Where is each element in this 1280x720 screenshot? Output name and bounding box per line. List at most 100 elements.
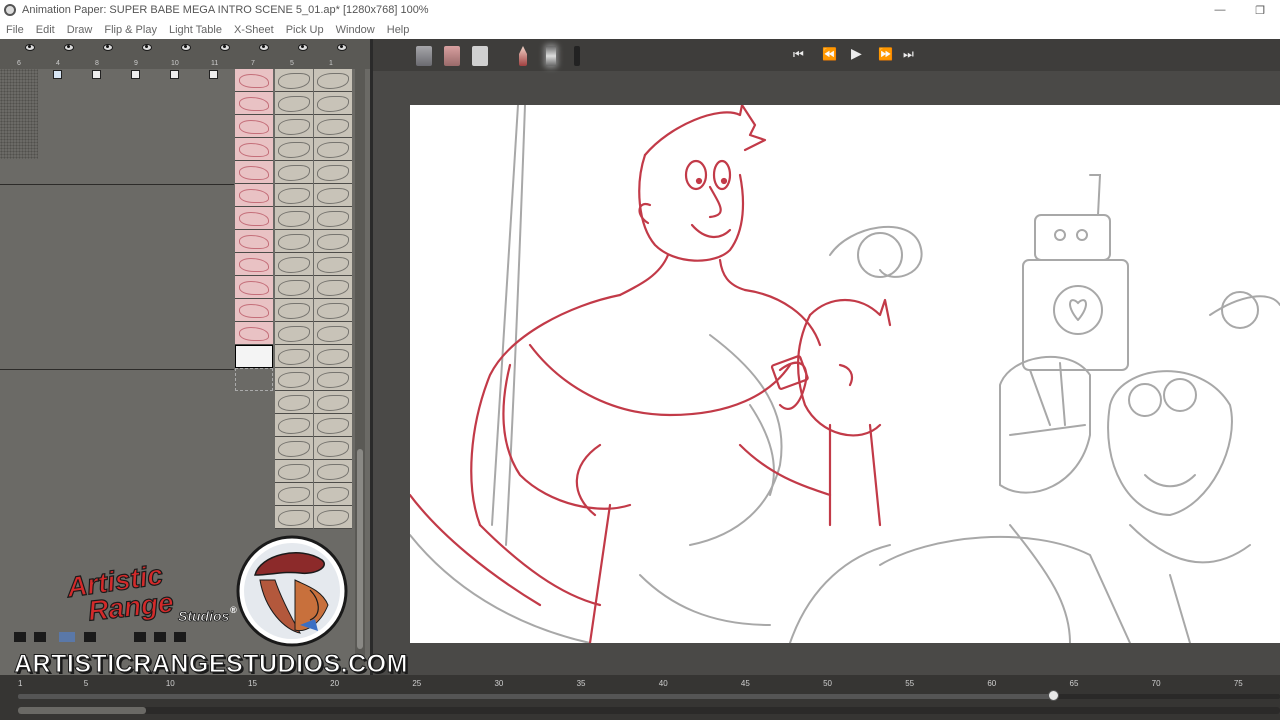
x-sheet-cell[interactable] bbox=[235, 299, 273, 322]
menu-help[interactable]: Help bbox=[387, 24, 410, 36]
x-sheet-cell[interactable] bbox=[314, 230, 352, 253]
first-frame-icon[interactable]: ⏮ bbox=[793, 47, 804, 62]
x-sheet-cell[interactable] bbox=[275, 437, 313, 460]
x-sheet-cell[interactable] bbox=[275, 276, 313, 299]
x-sheet-cell-selected[interactable] bbox=[235, 345, 273, 368]
x-sheet-cell[interactable] bbox=[275, 230, 313, 253]
eye-icon[interactable] bbox=[181, 44, 191, 51]
pen-tool-icon[interactable] bbox=[574, 46, 580, 66]
x-sheet-cell[interactable] bbox=[314, 253, 352, 276]
x-sheet-cell[interactable] bbox=[235, 276, 273, 299]
x-sheet-cell[interactable] bbox=[275, 414, 313, 437]
x-sheet-cell[interactable] bbox=[235, 92, 273, 115]
x-sheet-cell[interactable] bbox=[275, 391, 313, 414]
rectangle-tool-icon[interactable] bbox=[472, 46, 488, 66]
prev-frame-icon[interactable]: ⏪ bbox=[822, 47, 837, 61]
x-sheet-scroll-thumb[interactable] bbox=[357, 449, 363, 649]
x-sheet-cell[interactable] bbox=[235, 230, 273, 253]
menu-flip-play[interactable]: Flip & Play bbox=[104, 24, 157, 36]
x-sheet-cell[interactable] bbox=[235, 138, 273, 161]
brush-tool-icon[interactable] bbox=[416, 46, 432, 66]
eraser-tool-icon[interactable] bbox=[444, 46, 460, 66]
eye-icon[interactable] bbox=[64, 44, 74, 51]
x-sheet-cell[interactable] bbox=[314, 506, 352, 529]
eye-icon[interactable] bbox=[25, 44, 35, 51]
x-sheet-cell[interactable] bbox=[314, 207, 352, 230]
x-sheet-cell[interactable] bbox=[314, 414, 352, 437]
x-sheet-texture bbox=[0, 69, 38, 159]
x-sheet-cell[interactable] bbox=[314, 460, 352, 483]
menu-pick-up[interactable]: Pick Up bbox=[286, 24, 324, 36]
x-sheet-cell[interactable] bbox=[275, 483, 313, 506]
x-sheet-cell[interactable] bbox=[314, 345, 352, 368]
marker-tool-icon[interactable] bbox=[546, 46, 556, 66]
layer-link-icon[interactable] bbox=[209, 70, 218, 79]
x-sheet-cell[interactable] bbox=[314, 161, 352, 184]
timeline-scroll-thumb[interactable] bbox=[18, 707, 146, 714]
x-sheet-cell[interactable] bbox=[275, 161, 313, 184]
x-sheet-cell[interactable] bbox=[235, 253, 273, 276]
x-sheet-cell[interactable] bbox=[314, 92, 352, 115]
menu-edit[interactable]: Edit bbox=[36, 24, 55, 36]
x-sheet-cell[interactable] bbox=[235, 69, 273, 92]
x-sheet-cell[interactable] bbox=[235, 115, 273, 138]
eye-icon[interactable] bbox=[337, 44, 347, 51]
x-sheet-cell[interactable] bbox=[275, 115, 313, 138]
x-sheet-cell-empty[interactable] bbox=[235, 368, 273, 391]
x-sheet-cell[interactable] bbox=[235, 161, 273, 184]
menu-x-sheet[interactable]: X-Sheet bbox=[234, 24, 274, 36]
x-sheet-cell[interactable] bbox=[275, 345, 313, 368]
menu-window[interactable]: Window bbox=[336, 24, 375, 36]
timeline-scroll-track[interactable] bbox=[18, 707, 1280, 714]
restore-button[interactable]: ❐ bbox=[1240, 0, 1280, 20]
eye-icon[interactable] bbox=[103, 44, 113, 51]
x-sheet-cell[interactable] bbox=[314, 276, 352, 299]
x-sheet-cell[interactable] bbox=[275, 92, 313, 115]
x-sheet-cell[interactable] bbox=[314, 391, 352, 414]
last-frame-icon[interactable]: ⏭ bbox=[903, 47, 914, 62]
layer-link-icon[interactable] bbox=[92, 70, 101, 79]
x-sheet-scrollbar[interactable] bbox=[355, 69, 365, 669]
x-sheet-cell[interactable] bbox=[235, 322, 273, 345]
x-sheet-cell[interactable] bbox=[275, 69, 313, 92]
x-sheet-cell[interactable] bbox=[275, 299, 313, 322]
x-sheet-cell[interactable] bbox=[275, 506, 313, 529]
x-sheet-cell[interactable] bbox=[314, 322, 352, 345]
x-sheet-cell[interactable] bbox=[314, 368, 352, 391]
eye-icon[interactable] bbox=[220, 44, 230, 51]
minimize-button[interactable]: — bbox=[1200, 0, 1240, 20]
timeline-track[interactable] bbox=[18, 694, 1280, 699]
x-sheet-cell[interactable] bbox=[275, 138, 313, 161]
eye-icon[interactable] bbox=[298, 44, 308, 51]
x-sheet-cell[interactable] bbox=[275, 253, 313, 276]
layer-link-icon[interactable] bbox=[170, 70, 179, 79]
x-sheet-cell[interactable] bbox=[275, 207, 313, 230]
x-sheet-cell[interactable] bbox=[314, 299, 352, 322]
pencil-tool-icon[interactable] bbox=[519, 46, 527, 66]
next-frame-icon[interactable]: ⏩ bbox=[878, 47, 893, 61]
x-sheet-cell[interactable] bbox=[235, 207, 273, 230]
x-sheet-cell[interactable] bbox=[314, 115, 352, 138]
x-sheet-cell[interactable] bbox=[235, 184, 273, 207]
menu-light-table[interactable]: Light Table bbox=[169, 24, 222, 36]
x-sheet-cell[interactable] bbox=[314, 69, 352, 92]
layer-link-icon[interactable] bbox=[131, 70, 140, 79]
drawing-canvas[interactable] bbox=[410, 105, 1280, 643]
menu-draw[interactable]: Draw bbox=[67, 24, 93, 36]
eye-icon[interactable] bbox=[259, 44, 269, 51]
x-sheet-cell[interactable] bbox=[314, 138, 352, 161]
window-title: Animation Paper: SUPER BABE MEGA INTRO S… bbox=[22, 4, 429, 16]
menu-file[interactable]: File bbox=[6, 24, 24, 36]
play-icon[interactable]: ▶ bbox=[851, 45, 862, 62]
x-sheet-cell[interactable] bbox=[275, 368, 313, 391]
app-icon bbox=[4, 4, 16, 16]
x-sheet-cell[interactable] bbox=[275, 322, 313, 345]
x-sheet-cell[interactable] bbox=[275, 184, 313, 207]
layer-link-icon[interactable] bbox=[53, 70, 62, 79]
x-sheet-cell[interactable] bbox=[314, 437, 352, 460]
x-sheet-cell[interactable] bbox=[314, 184, 352, 207]
timeline-playhead[interactable] bbox=[1048, 690, 1060, 701]
x-sheet-cell[interactable] bbox=[275, 460, 313, 483]
eye-icon[interactable] bbox=[142, 44, 152, 51]
x-sheet-cell[interactable] bbox=[314, 483, 352, 506]
